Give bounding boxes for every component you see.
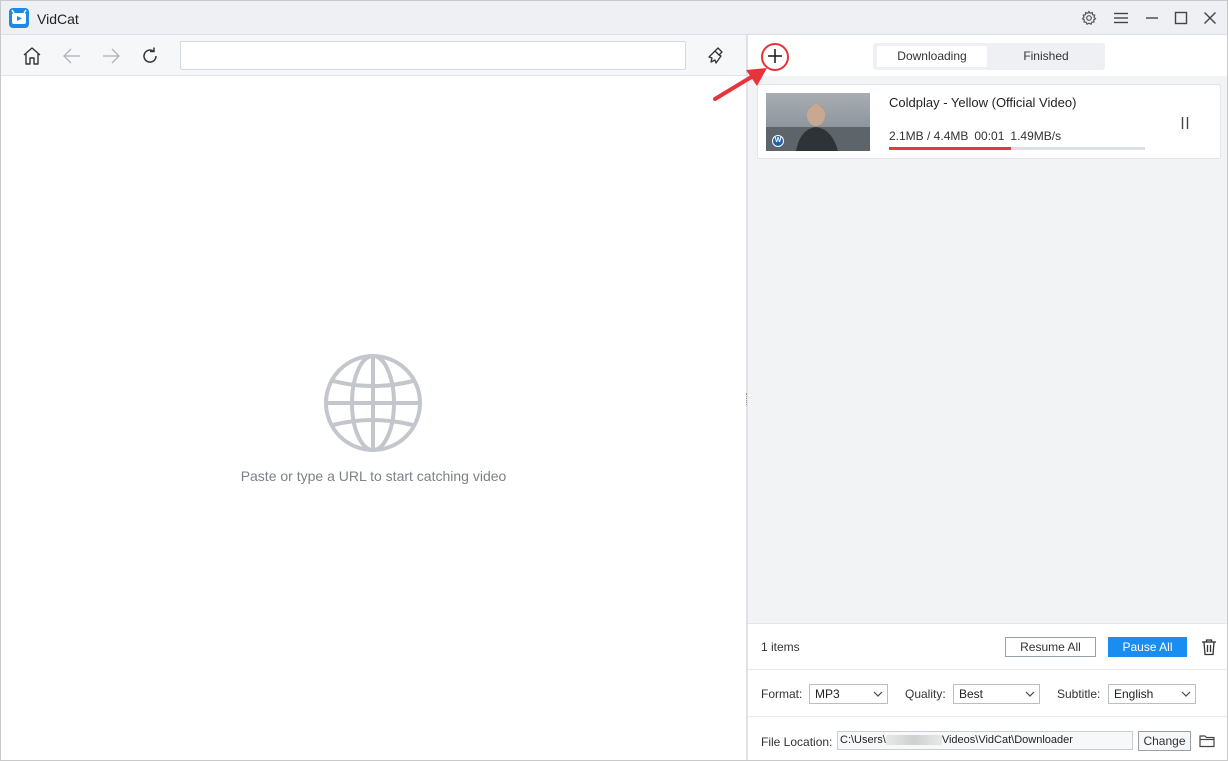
quality-label: Quality:	[905, 687, 946, 701]
annotation-arrow-icon	[711, 64, 771, 107]
chevron-down-icon	[1025, 691, 1035, 697]
home-icon[interactable]	[20, 44, 44, 68]
chevron-down-icon	[1181, 691, 1191, 697]
video-thumbnail: W	[766, 93, 870, 151]
minimize-icon[interactable]	[1142, 8, 1162, 28]
empty-state-hint: Paste or type a URL to start catching vi…	[240, 468, 507, 484]
download-progress-fill	[889, 147, 1012, 150]
footer-options-row: Format: MP3 Quality: Best Subtitle: Engl…	[748, 670, 1227, 717]
format-select[interactable]: MP3	[809, 684, 888, 704]
browser-toolbar	[1, 35, 746, 76]
subtitle-value: English	[1114, 687, 1154, 701]
download-stats: 2.1MB / 4.4MB 00:01 1.49MB/s	[889, 129, 1067, 143]
format-label: Format:	[761, 687, 803, 701]
format-value: MP3	[815, 687, 840, 701]
path-suffix: Videos\VidCat\Downloader	[941, 734, 1073, 746]
download-speed: 1.49MB/s	[1010, 129, 1062, 143]
download-header: Downloading Finished	[748, 35, 1227, 76]
trash-icon[interactable]	[1199, 637, 1219, 657]
download-tabs: Downloading Finished	[873, 43, 1105, 70]
forward-arrow-icon[interactable]	[99, 44, 123, 68]
menu-icon[interactable]	[1111, 8, 1131, 28]
app-window: VidCat Paste or type a URL to start catc…	[0, 0, 1228, 761]
quality-value: Best	[959, 687, 984, 701]
url-input[interactable]	[180, 41, 686, 70]
chevron-down-icon	[873, 691, 883, 697]
download-item[interactable]: W Coldplay - Yellow (Official Video) 2.1…	[757, 84, 1221, 159]
settings-gear-icon[interactable]	[1079, 8, 1099, 28]
path-prefix: C:\Users\	[840, 734, 886, 746]
download-footer: 1 items Resume All Pause All Format: MP3…	[748, 623, 1227, 760]
footer-actions-row: 1 items Resume All Pause All	[748, 624, 1227, 670]
browser-pane: Paste or type a URL to start catching vi…	[1, 35, 746, 760]
download-elapsed: 00:01	[974, 129, 1005, 143]
file-location-label: File Location:	[761, 735, 833, 749]
folder-icon[interactable]	[1197, 731, 1217, 751]
close-icon[interactable]	[1200, 8, 1220, 28]
tab-downloading[interactable]: Downloading	[877, 46, 987, 67]
download-progress-bar	[889, 147, 1145, 150]
download-pane: Downloading Finished W Coldplay - Yellow…	[748, 35, 1227, 760]
redacted-username	[885, 735, 942, 746]
quality-select[interactable]: Best	[953, 684, 1040, 704]
footer-location-row: File Location: C:\Users\ Videos\VidCat\Do…	[748, 717, 1227, 761]
app-logo-icon	[9, 8, 29, 28]
tab-finished[interactable]: Finished	[991, 46, 1101, 67]
change-location-button[interactable]: Change	[1138, 731, 1191, 751]
resume-all-button[interactable]: Resume All	[1005, 637, 1096, 657]
title-bar: VidCat	[1, 1, 1227, 35]
subtitle-label: Subtitle:	[1057, 687, 1101, 701]
pause-icon[interactable]	[1175, 113, 1195, 133]
items-count: 1 items	[761, 640, 800, 654]
file-location-field[interactable]: C:\Users\ Videos\VidCat\Downloader	[837, 731, 1133, 750]
pause-all-button[interactable]: Pause All	[1108, 637, 1187, 657]
download-size: 2.1MB / 4.4MB	[889, 129, 969, 143]
app-title: VidCat	[37, 11, 79, 27]
subtitle-select[interactable]: English	[1108, 684, 1196, 704]
maximize-icon[interactable]	[1171, 8, 1191, 28]
globe-icon	[321, 351, 425, 458]
back-arrow-icon[interactable]	[60, 44, 84, 68]
warner-badge-icon: W	[772, 135, 784, 147]
refresh-icon[interactable]	[138, 44, 162, 68]
download-title: Coldplay - Yellow (Official Video)	[889, 95, 1077, 110]
